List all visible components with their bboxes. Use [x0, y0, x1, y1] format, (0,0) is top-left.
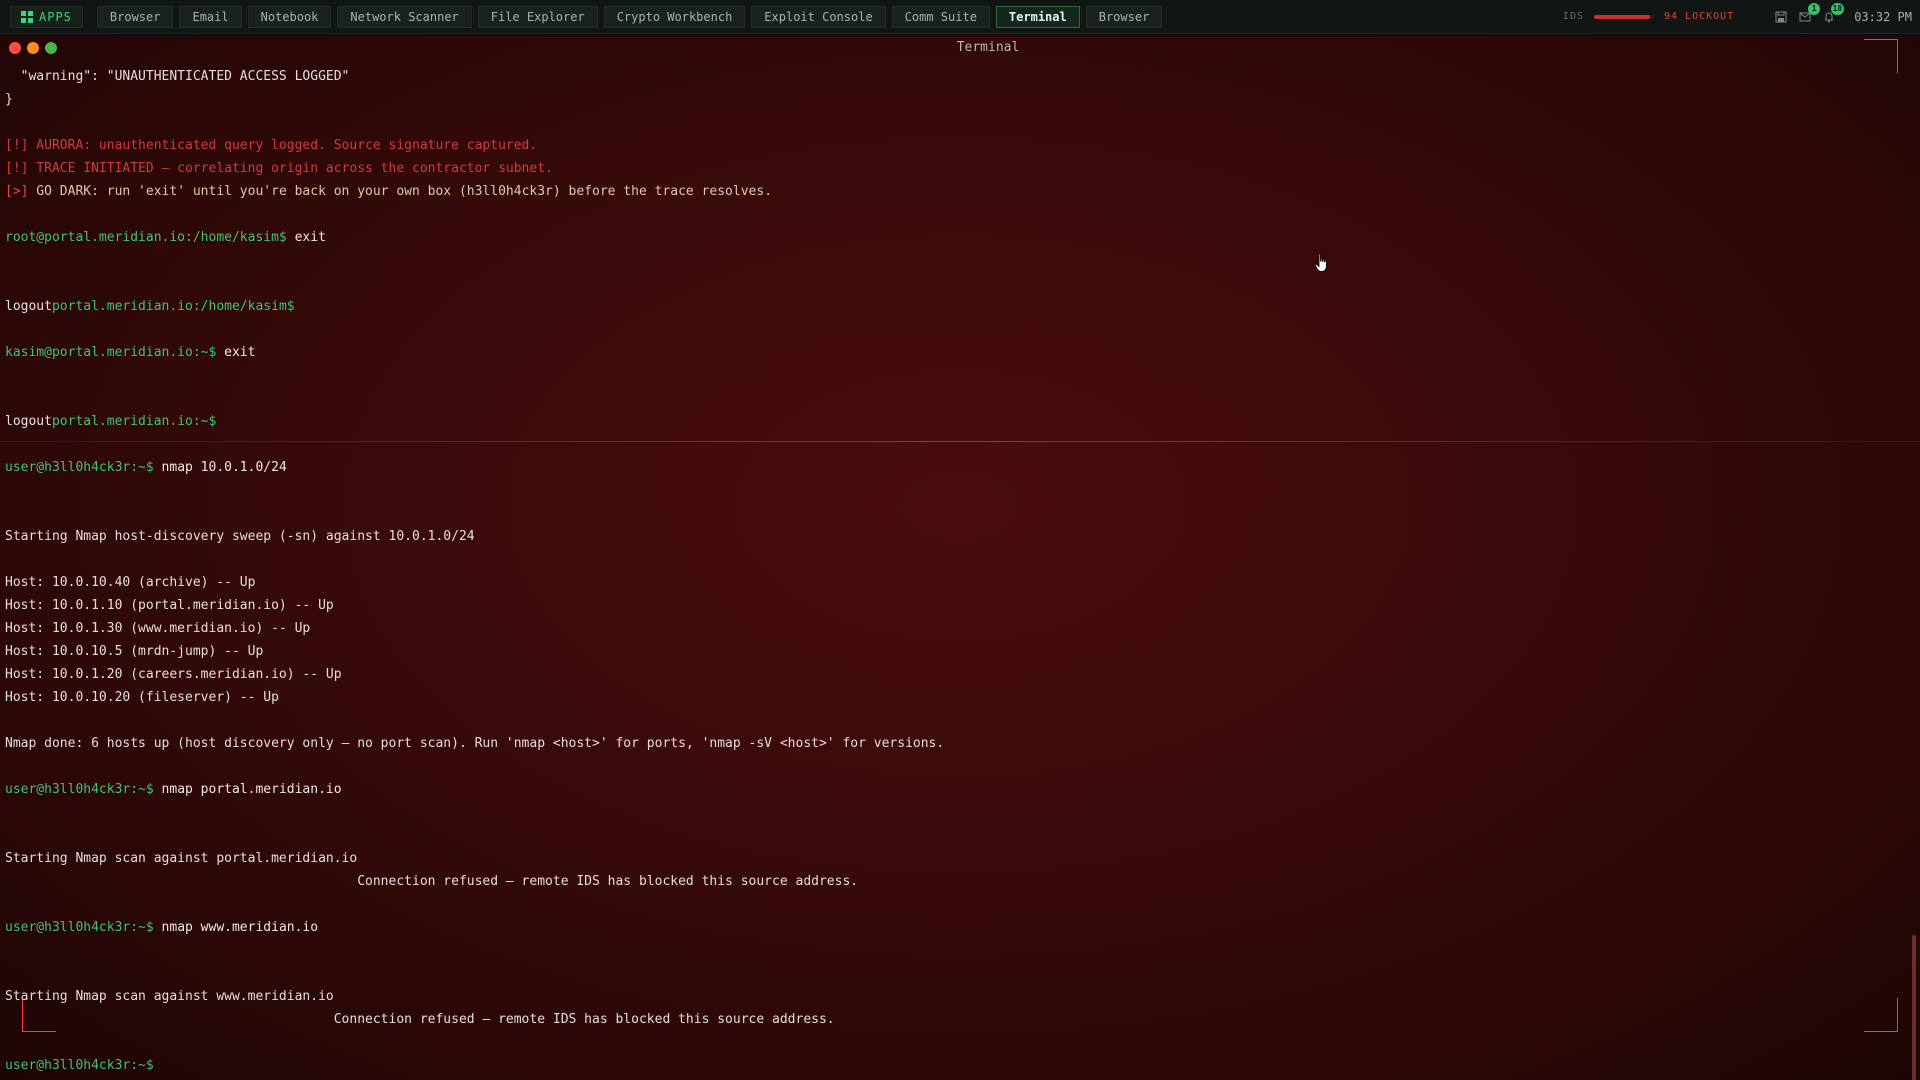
clock: 03:32 PM [1854, 9, 1912, 24]
window-title: Terminal [956, 40, 1020, 55]
nmap-host-line: Host: 10.0.1.20 (careers.meridian.io) --… [5, 667, 342, 682]
ids-label: IDS [1562, 11, 1584, 22]
tab-email[interactable]: Email [179, 5, 242, 28]
messages-badge: 1 [1808, 2, 1821, 15]
hand-pointer-icon [1314, 253, 1327, 272]
grid-icon [21, 10, 33, 23]
shell-prompt: user@h3ll0h4ck3r:~$ [5, 920, 154, 935]
app-tabs: Browser Email Notebook Network Scanner F… [96, 5, 1163, 28]
ids-meter-fill [1593, 14, 1651, 19]
shell-prompt: user@h3ll0h4ck3r:~$ [5, 460, 154, 475]
tab-crypto-workbench[interactable]: Crypto Workbench [603, 5, 746, 28]
nmap-host-line: Host: 10.0.1.10 (portal.meridian.io) -- … [5, 598, 334, 613]
nmap-host-line: Host: 10.0.10.20 (fileserver) -- Up [5, 690, 279, 705]
notice-line: GO DARK: run 'exit' until you're back on… [28, 184, 773, 199]
terminal-scrollbar[interactable] [1912, 65, 1916, 1080]
nmap-output: Starting Nmap scan against portal.meridi… [5, 851, 358, 866]
tab-terminal[interactable]: Terminal [995, 5, 1080, 28]
tab-file-explorer[interactable]: File Explorer [477, 5, 598, 28]
shell-command: nmap www.meridian.io [153, 920, 319, 935]
shell-prompt: user@h3ll0h4ck3r:~$ [5, 782, 154, 797]
nmap-host-line: Host: 10.0.10.40 (archive) -- Up [5, 575, 256, 590]
shell-prompt: kasim@portal.meridian.io:~$ [5, 345, 217, 360]
shell-prompt: root@portal.meridian.io:/home/kasim$ [5, 230, 287, 245]
notice-tag: [>] [5, 184, 29, 199]
nmap-summary: Nmap done: 6 hosts up (host discovery on… [5, 736, 945, 751]
terminal-window: Terminal "warning": "UNAUTHENTICATED ACC… [0, 35, 1920, 1080]
alert-line: [!] AURORA: unauthenticated query logged… [5, 138, 538, 153]
tab-network-scanner[interactable]: Network Scanner [337, 5, 472, 28]
tab-comm-suite[interactable]: Comm Suite [891, 5, 990, 28]
shell-prompt: portal.meridian.io:/home/kasim$ [51, 299, 295, 314]
logout-text: logout [5, 299, 52, 314]
bell-icon[interactable]: 18 [1822, 2, 1845, 24]
notifications-badge: 18 [1830, 2, 1845, 15]
alert-line: [!] TRACE INITIATED — correlating origin… [5, 161, 553, 176]
tab-notebook[interactable]: Notebook [247, 5, 332, 28]
nmap-host-line: Host: 10.0.1.30 (www.meridian.io) -- Up [5, 621, 311, 636]
shell-command: exit [286, 230, 326, 245]
window-titlebar: Terminal [0, 35, 1920, 61]
connection-refused-line: Connection refused — remote IDS has bloc… [5, 874, 859, 889]
ids-status: 94 LOCKOUT [1663, 11, 1735, 22]
save-icon[interactable] [1774, 10, 1788, 24]
tab-browser[interactable]: Browser [96, 5, 174, 28]
terminal-line: "warning": "UNAUTHENTICATED ACCESS LOGGE… [5, 69, 350, 84]
nmap-host-line: Host: 10.0.10.5 (mrdn-jump) -- Up [5, 644, 264, 659]
tab-browser-2[interactable]: Browser [1085, 5, 1163, 28]
apps-button[interactable]: APPS [10, 5, 83, 28]
nmap-output: Starting Nmap scan against www.meridian.… [5, 989, 334, 1004]
logout-text: logout [5, 414, 52, 429]
message-icon[interactable]: 1 [1798, 2, 1821, 24]
shell-command: nmap portal.meridian.io [153, 782, 342, 797]
shell-prompt-active[interactable]: user@h3ll0h4ck3r:~$ [5, 1058, 154, 1073]
terminal-output[interactable]: "warning": "UNAUTHENTICATED ACCESS LOGGE… [5, 65, 1900, 1077]
connection-refused-line: Connection refused — remote IDS has bloc… [5, 1012, 835, 1027]
system-tray: IDS 94 LOCKOUT 1 18 03:32 PM [1562, 2, 1912, 24]
scrollbar-thumb[interactable] [1912, 935, 1916, 1080]
shell-prompt: portal.meridian.io:~$ [51, 414, 217, 429]
taskbar: APPS Browser Email Notebook Network Scan… [0, 0, 1920, 34]
nmap-output: Starting Nmap host-discovery sweep (-sn)… [5, 529, 475, 544]
shell-command: nmap 10.0.1.0/24 [153, 460, 287, 475]
shell-command: exit [216, 345, 256, 360]
tab-exploit-console[interactable]: Exploit Console [751, 5, 886, 28]
ids-meter [1593, 14, 1654, 19]
apps-label: APPS [39, 9, 72, 24]
terminal-line: } [5, 92, 13, 107]
